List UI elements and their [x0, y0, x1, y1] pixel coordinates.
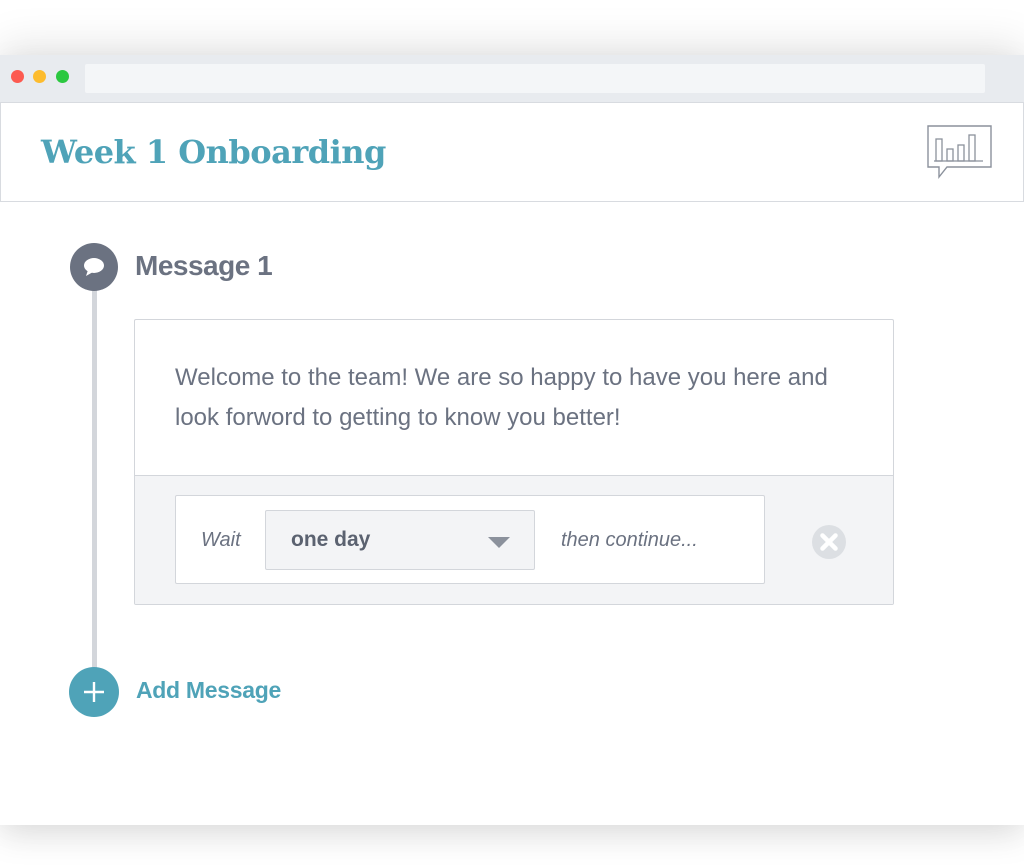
- wait-label: Wait: [201, 529, 241, 551]
- message-card: Welcome to the team! We are so happy to …: [134, 319, 894, 605]
- plus-icon: [84, 682, 104, 702]
- add-message-link[interactable]: Add Message: [136, 677, 281, 704]
- message-delay-footer: Wait one day then continue...: [135, 476, 893, 604]
- stage: Week 1 Onboarding Message 1 Welcome to t…: [0, 0, 1024, 865]
- chevron-down-icon: [488, 537, 510, 548]
- continue-label: then continue...: [561, 529, 698, 551]
- message-text[interactable]: Welcome to the team! We are so happy to …: [175, 358, 855, 438]
- browser-chrome: [0, 55, 1024, 102]
- close-circle-icon[interactable]: [811, 524, 847, 560]
- delay-rule: Wait one day then continue...: [175, 495, 765, 584]
- page-title: Week 1 Onboarding: [41, 133, 386, 171]
- delay-dropdown[interactable]: one day: [265, 510, 535, 570]
- delay-dropdown-value: one day: [291, 528, 371, 551]
- add-message-button[interactable]: [69, 667, 119, 717]
- chat-bubble-icon: [70, 243, 118, 291]
- bar-chart-speech-icon[interactable]: [927, 125, 993, 183]
- minimize-window-button[interactable]: [33, 70, 46, 83]
- page-header: Week 1 Onboarding: [0, 102, 1024, 202]
- maximize-window-button[interactable]: [56, 70, 69, 83]
- message-body[interactable]: Welcome to the team! We are so happy to …: [135, 320, 893, 476]
- message-title: Message 1: [135, 250, 273, 281]
- timeline-line: [92, 290, 97, 670]
- close-window-button[interactable]: [11, 70, 24, 83]
- address-bar[interactable]: [85, 64, 985, 93]
